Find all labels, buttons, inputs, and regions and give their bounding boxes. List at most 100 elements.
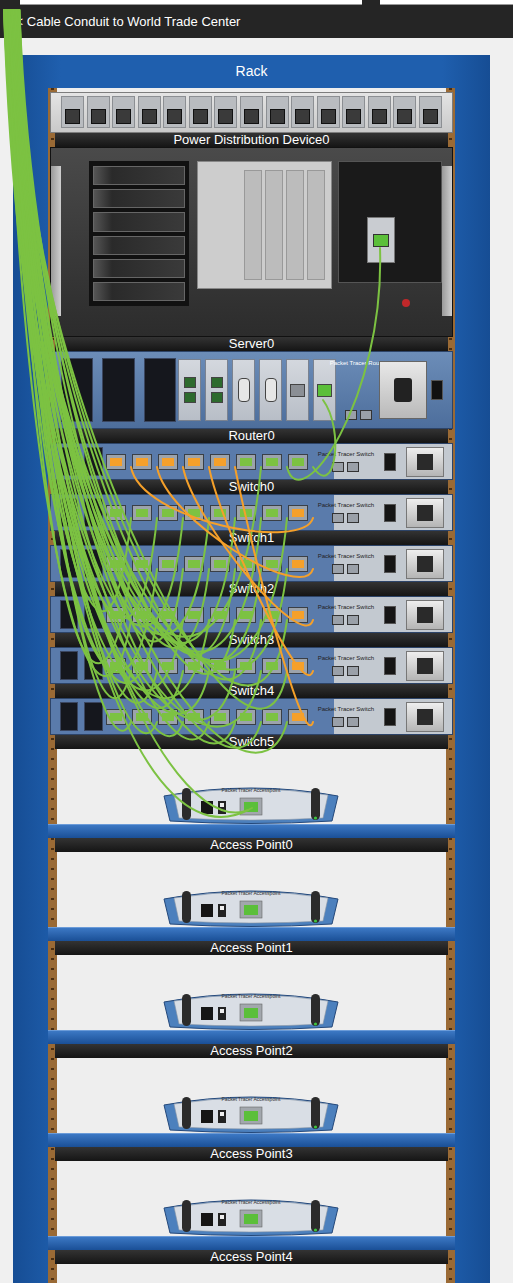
router-module[interactable] bbox=[232, 359, 255, 421]
access-point[interactable]: Packet Tracer Accesspoint bbox=[156, 877, 346, 927]
cable[interactable] bbox=[183, 467, 313, 625]
cable[interactable] bbox=[209, 467, 313, 675]
switch-port[interactable] bbox=[158, 505, 178, 521]
switch[interactable]: Packet Tracer Switch bbox=[50, 545, 453, 582]
switch-port[interactable] bbox=[288, 454, 308, 470]
cable[interactable] bbox=[14, 10, 131, 663]
switch-port[interactable] bbox=[158, 454, 178, 470]
switch-port[interactable] bbox=[210, 505, 230, 521]
router-module[interactable] bbox=[313, 359, 336, 421]
switch-port[interactable] bbox=[262, 454, 282, 470]
cable[interactable] bbox=[235, 467, 313, 725]
power-switch[interactable] bbox=[431, 380, 443, 400]
cable[interactable] bbox=[17, 10, 261, 748]
cable[interactable] bbox=[9, 10, 248, 817]
cable[interactable] bbox=[17, 10, 131, 698]
power-distribution-device[interactable] bbox=[50, 92, 453, 133]
module-port[interactable] bbox=[184, 377, 196, 388]
switch-port[interactable] bbox=[210, 454, 230, 470]
power-switch[interactable] bbox=[384, 504, 396, 522]
cable[interactable] bbox=[5, 10, 287, 670]
cable[interactable] bbox=[18, 10, 287, 753]
switch-port[interactable] bbox=[262, 658, 282, 674]
switch-port[interactable] bbox=[132, 505, 152, 521]
switch-port[interactable] bbox=[236, 658, 256, 674]
power-switch[interactable] bbox=[384, 453, 396, 471]
cable[interactable] bbox=[8, 10, 287, 709]
cable[interactable] bbox=[5, 10, 157, 619]
cable[interactable] bbox=[4, 10, 209, 714]
switch-port[interactable] bbox=[236, 505, 256, 521]
power-switch[interactable] bbox=[218, 904, 226, 917]
switch-port[interactable] bbox=[132, 556, 152, 572]
switch-port[interactable] bbox=[184, 658, 204, 674]
cable[interactable] bbox=[7, 10, 131, 676]
switch-port[interactable] bbox=[236, 454, 256, 470]
cable[interactable] bbox=[10, 10, 235, 643]
cable[interactable] bbox=[18, 10, 157, 703]
cable[interactable] bbox=[4, 10, 261, 662]
cable[interactable] bbox=[12, 10, 287, 661]
switch-port[interactable] bbox=[262, 709, 282, 725]
cable[interactable] bbox=[7, 10, 261, 727]
cable[interactable] bbox=[131, 467, 313, 532]
cable[interactable] bbox=[19, 10, 235, 655]
field[interactable] bbox=[20, 0, 362, 5]
cable[interactable] bbox=[8, 10, 209, 634]
cable[interactable] bbox=[15, 10, 235, 743]
router[interactable]: Packet Tracer Router bbox=[50, 351, 453, 429]
switch-port[interactable] bbox=[236, 709, 256, 725]
ethernet-port[interactable] bbox=[240, 1210, 262, 1227]
switch-port[interactable] bbox=[288, 505, 308, 521]
switch-port[interactable] bbox=[106, 454, 126, 470]
module-port[interactable] bbox=[290, 384, 305, 397]
cable[interactable] bbox=[19, 10, 261, 637]
switch-port[interactable] bbox=[106, 556, 126, 572]
server[interactable] bbox=[50, 147, 453, 337]
cable[interactable] bbox=[14, 10, 209, 740]
switch-port[interactable] bbox=[288, 556, 308, 572]
switch-port[interactable] bbox=[262, 607, 282, 623]
switch-port[interactable] bbox=[132, 607, 152, 623]
switch-port[interactable] bbox=[184, 454, 204, 470]
cable[interactable] bbox=[5, 10, 235, 720]
power-switch[interactable] bbox=[218, 801, 226, 814]
access-point[interactable]: Packet Tracer Accesspoint bbox=[156, 1186, 346, 1236]
module-port[interactable] bbox=[211, 377, 223, 388]
ethernet-port[interactable] bbox=[373, 234, 389, 247]
power-switch[interactable] bbox=[384, 708, 396, 726]
cable[interactable] bbox=[157, 467, 313, 577]
switch-port[interactable] bbox=[288, 709, 308, 725]
cable[interactable] bbox=[18, 10, 209, 648]
ethernet-port[interactable] bbox=[240, 1107, 262, 1124]
cable[interactable] bbox=[12, 10, 183, 736]
cable[interactable] bbox=[8, 10, 157, 683]
power-switch[interactable] bbox=[218, 1007, 226, 1020]
switch-port[interactable] bbox=[210, 556, 230, 572]
module-port[interactable] bbox=[238, 378, 250, 402]
switch-port[interactable] bbox=[132, 658, 152, 674]
switch[interactable]: Packet Tracer Switch bbox=[50, 698, 453, 735]
module-port[interactable] bbox=[184, 392, 196, 403]
module-port[interactable] bbox=[265, 378, 277, 402]
cable[interactable] bbox=[12, 10, 235, 674]
nic-card[interactable] bbox=[367, 217, 395, 263]
power-switch[interactable] bbox=[218, 1110, 226, 1123]
switch-port[interactable] bbox=[210, 709, 230, 725]
switch-port[interactable] bbox=[158, 607, 178, 623]
access-point[interactable]: Packet Tracer Accesspoint bbox=[156, 774, 346, 824]
switch[interactable]: Packet Tracer Switch bbox=[50, 647, 453, 684]
router-module[interactable] bbox=[205, 359, 228, 421]
switch-port[interactable] bbox=[184, 709, 204, 725]
cable[interactable] bbox=[287, 248, 380, 480]
field[interactable] bbox=[380, 0, 513, 5]
access-point[interactable]: Packet Tracer Accesspoint bbox=[156, 1083, 346, 1133]
switch-port[interactable] bbox=[106, 658, 126, 674]
power-button[interactable] bbox=[402, 299, 410, 307]
access-point[interactable]: Packet Tracer Accesspoint bbox=[156, 980, 346, 1030]
switch-port[interactable] bbox=[132, 454, 152, 470]
switch-port[interactable] bbox=[210, 658, 230, 674]
router-module[interactable] bbox=[286, 359, 309, 421]
ethernet-port[interactable] bbox=[240, 1004, 262, 1021]
cable[interactable] bbox=[17, 10, 183, 641]
